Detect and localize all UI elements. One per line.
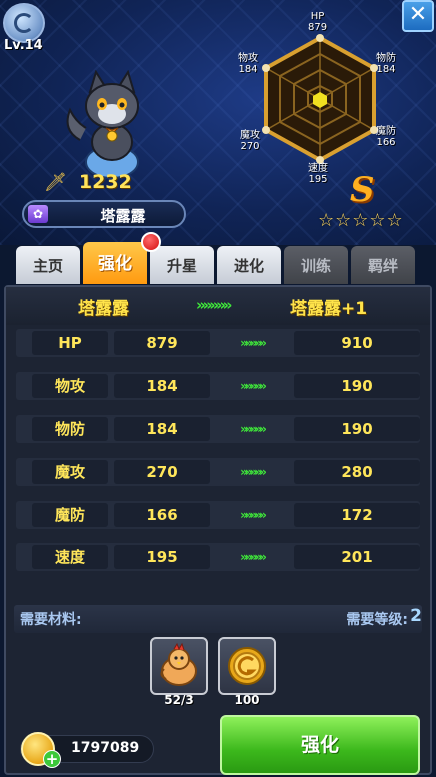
gold-balance: + 1797089 xyxy=(20,732,154,768)
butterfly-icon: ✿ xyxy=(28,205,48,223)
power-row: 🗡 1232 xyxy=(44,171,132,193)
material-count: 100 xyxy=(234,693,260,707)
radar-label-mdef: 魔防 166 xyxy=(376,126,396,148)
stat-current: 879 xyxy=(114,331,210,355)
player-avatar[interactable] xyxy=(3,3,45,43)
radar-label-pdef: 物防 184 xyxy=(376,53,396,75)
attribute-radar: HP 879 物防 184 魔防 166 速度 195 魔攻 270 物攻 184 xyxy=(230,6,410,190)
tab-bond[interactable]: 羁绊 xyxy=(351,246,415,284)
stat-label: 魔攻 xyxy=(32,460,108,484)
stat-row-speed: 速度 195 »»»»» 201 xyxy=(16,543,420,571)
enhance-button[interactable]: 强化 xyxy=(220,715,420,775)
stat-next: 910 xyxy=(294,331,420,355)
stat-next: 172 xyxy=(294,503,420,527)
hero-name-plate: ✿ 塔露露 xyxy=(22,200,186,228)
stat-current: 184 xyxy=(114,417,210,441)
stat-current: 270 xyxy=(114,460,210,484)
combat-power: 1232 xyxy=(78,171,132,193)
coin-icon xyxy=(228,647,266,685)
tab-enhance[interactable]: 强化 xyxy=(83,242,147,284)
next-hero-name: 塔露露+1 xyxy=(290,299,368,319)
stat-label: 速度 xyxy=(32,545,108,569)
compare-arrows: »»»»» xyxy=(196,296,232,314)
hero-showcase: Lv.14 🗡 1232 ✿ 塔露露 S ☆☆☆☆☆ HP 879 物防 184… xyxy=(0,0,436,245)
avatar-emblem-icon xyxy=(14,13,34,33)
tab-training[interactable]: 训练 xyxy=(284,246,348,284)
stat-label: 物攻 xyxy=(32,374,108,398)
stat-current: 166 xyxy=(114,503,210,527)
material-count: 52/3 xyxy=(164,693,194,707)
star-rating: ☆☆☆☆☆ xyxy=(318,210,404,231)
stat-label: HP xyxy=(32,331,108,355)
compare-header: 塔露露 »»»»» 塔露露+1 xyxy=(6,287,430,325)
stat-label: 物防 xyxy=(32,417,108,441)
player-level: Lv.14 xyxy=(4,38,43,53)
current-hero-name: 塔露露 xyxy=(78,299,129,319)
material-item-chicken[interactable] xyxy=(150,637,208,695)
tab-home[interactable]: 主页 xyxy=(16,246,80,284)
tab-evolve[interactable]: 进化 xyxy=(217,246,281,284)
hero-portrait xyxy=(66,70,139,179)
hero-name: 塔露露 xyxy=(100,207,146,225)
stat-current: 184 xyxy=(114,374,210,398)
materials-bar: 需要材料: 需要等级: 2 xyxy=(14,605,422,633)
stat-row-patk: 物攻 184 »»»»» 190 xyxy=(16,372,420,400)
required-level-label: 需要等级: xyxy=(346,612,408,628)
chicken-icon xyxy=(160,642,197,686)
notification-dot xyxy=(141,232,161,252)
radar-label-matk: 魔攻 270 xyxy=(240,130,260,152)
stat-arrow-icon: »»»»» xyxy=(240,379,267,393)
enhance-panel: 塔露露 »»»»» 塔露露+1 HP 879 »»»»» 910 物攻 184 … xyxy=(4,285,432,775)
materials-label: 需要材料: xyxy=(20,612,82,628)
required-level-value: 2 xyxy=(410,606,422,626)
add-gold-button[interactable]: + xyxy=(43,750,61,768)
stat-row-matk: 魔攻 270 »»»»» 280 xyxy=(16,458,420,486)
close-button[interactable]: ✕ xyxy=(402,0,434,32)
stat-current: 195 xyxy=(114,545,210,569)
sword-icon: 🗡 xyxy=(44,171,67,193)
stat-next: 201 xyxy=(294,545,420,569)
stat-label: 魔防 xyxy=(32,503,108,527)
stat-next: 280 xyxy=(294,460,420,484)
stat-row-mdef: 魔防 166 »»»»» 172 xyxy=(16,501,420,529)
gold-amount: 1797089 xyxy=(71,740,140,756)
stat-arrow-icon: »»»»» xyxy=(240,336,267,350)
stat-arrow-icon: »»»»» xyxy=(240,465,267,479)
stat-arrow-icon: »»»»» xyxy=(240,422,267,436)
stat-row-pdef: 物防 184 »»»»» 190 xyxy=(16,415,420,443)
stat-arrow-icon: »»»»» xyxy=(240,550,267,564)
radar-label-hp: HP 879 xyxy=(308,11,328,33)
tab-bar: 主页 强化 升星 进化 训练 羁绊 xyxy=(16,242,418,286)
material-item-coin[interactable] xyxy=(218,637,276,695)
tab-star-up[interactable]: 升星 xyxy=(150,246,214,284)
stat-next: 190 xyxy=(294,417,420,441)
radar-label-patk: 物攻 184 xyxy=(238,53,258,75)
radar-label-speed: 速度 195 xyxy=(308,163,328,185)
stat-row-hp: HP 879 »»»»» 910 xyxy=(16,329,420,357)
stat-next: 190 xyxy=(294,374,420,398)
stat-arrow-icon: »»»»» xyxy=(240,508,267,522)
